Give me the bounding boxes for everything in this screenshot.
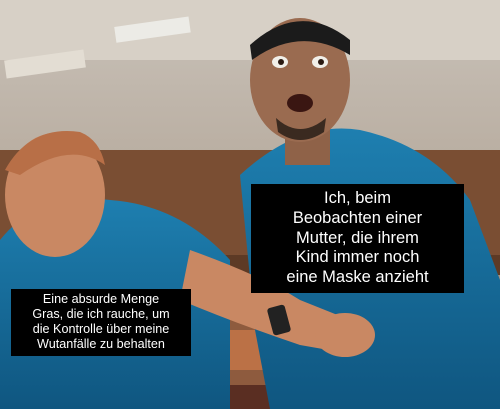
caption-left: Eine absurde Menge Gras, die ich rauche,… — [11, 289, 191, 357]
caption-right-line: Beobachten einer — [292, 208, 423, 227]
caption-left-line: Gras, die ich rauche, um — [32, 307, 170, 322]
caption-right-line: Ich, beim — [324, 189, 391, 207]
caption-left-line: Wutanfälle zu behalten — [37, 337, 165, 352]
caption-right-line: Mutter, die ihrem — [296, 228, 419, 247]
caption-right-line: eine Maske anzieht — [286, 268, 429, 287]
meme-image: Ich, beim Beobachten einer Mutter, die i… — [0, 0, 500, 409]
caption-right-line: Kind immer noch — [295, 248, 420, 267]
caption-right: Ich, beim Beobachten einer Mutter, die i… — [251, 184, 464, 293]
caption-left-line: Eine absurde Menge — [42, 292, 160, 306]
caption-left-line: die Kontrolle über meine — [32, 322, 170, 337]
